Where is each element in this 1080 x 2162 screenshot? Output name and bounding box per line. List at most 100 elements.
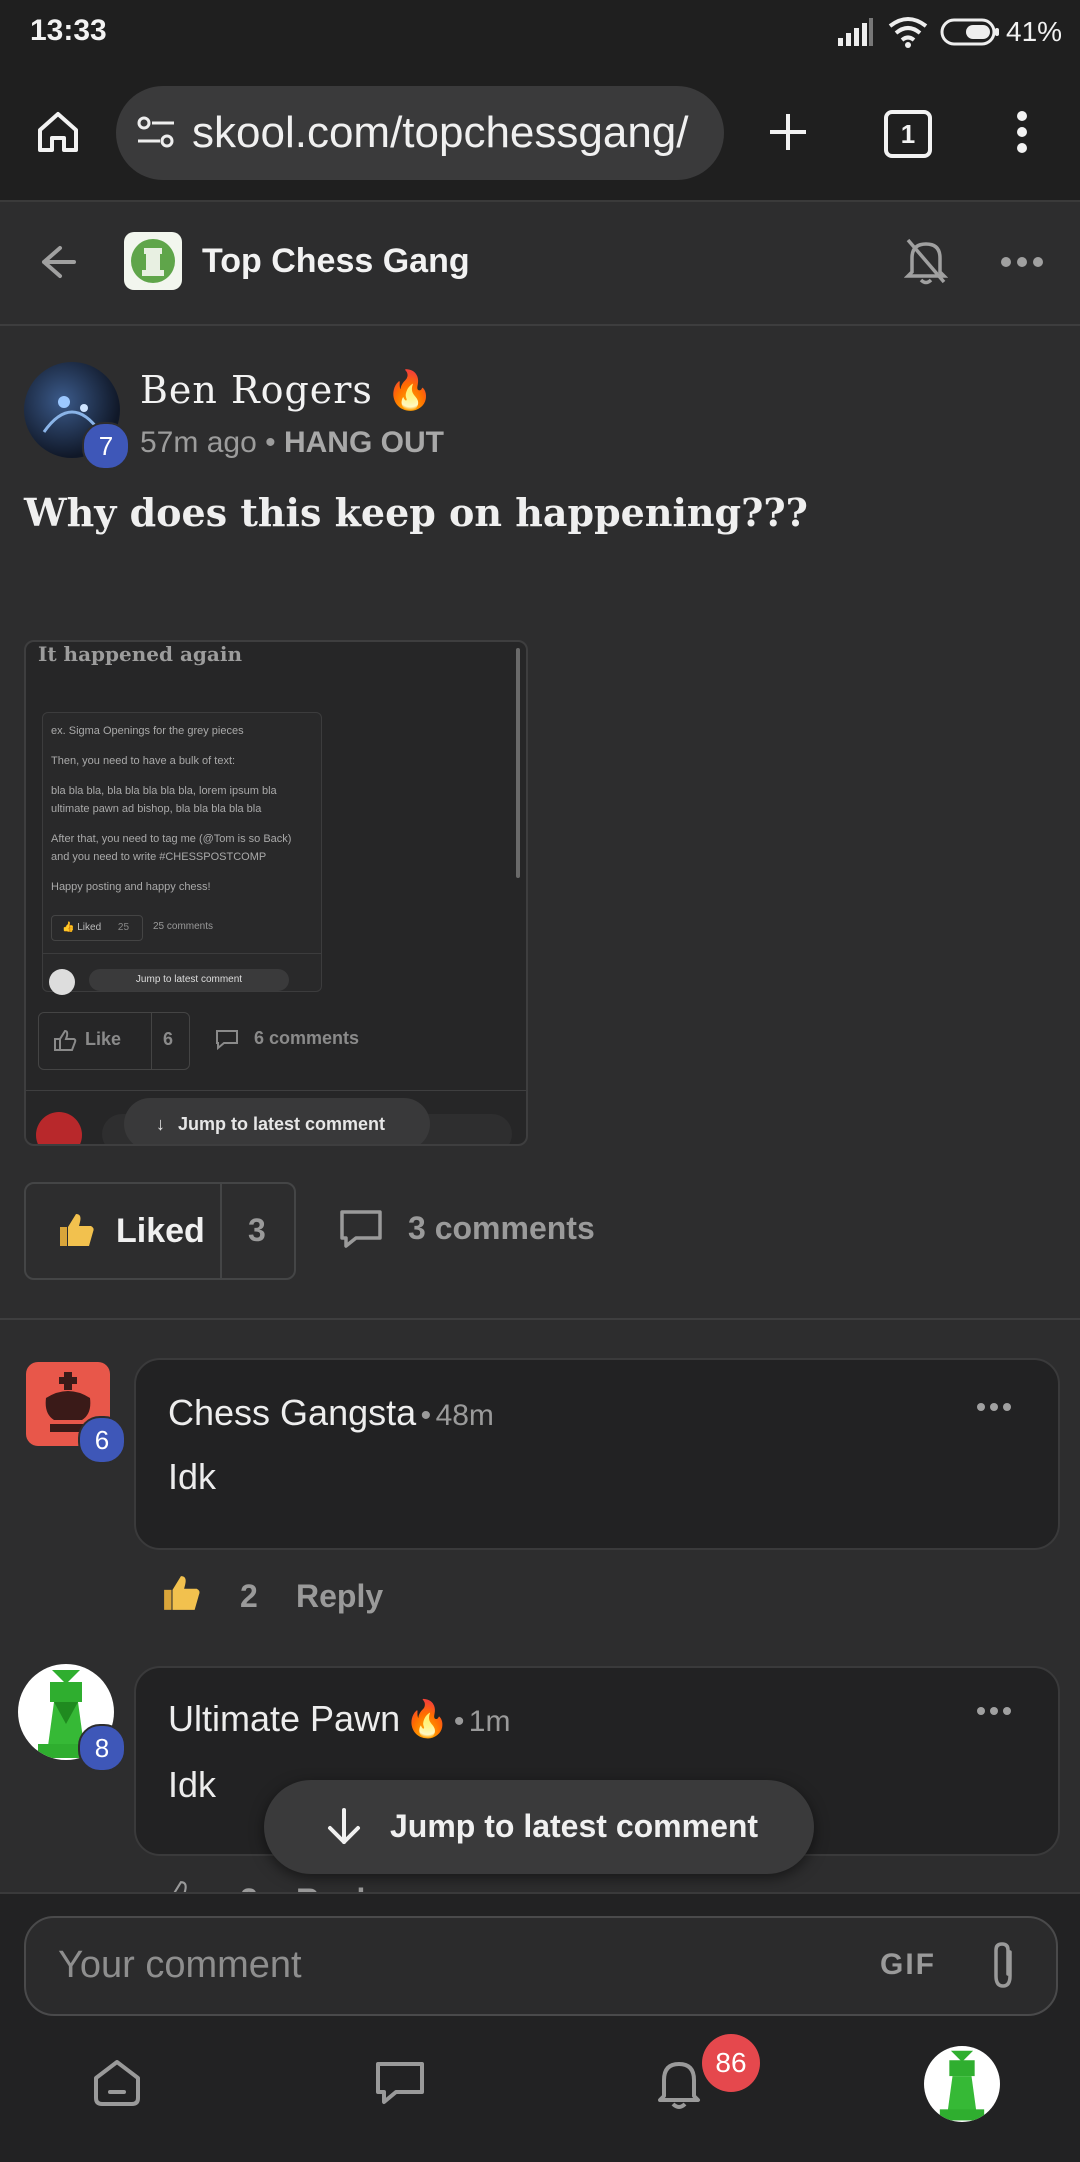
embed-line: ultimate pawn ad bishop, bla bla bla bla… <box>51 803 262 815</box>
notifications-nav-icon[interactable] <box>654 2056 704 2112</box>
post-time: 57m ago <box>140 426 257 459</box>
embed-thumb-icon <box>53 1029 77 1051</box>
post-image-embed[interactable]: It happened again ex. Sigma Openings for… <box>24 640 528 1146</box>
embed-arrow-down-icon: ↓ <box>156 1114 165 1134</box>
arrow-down-icon <box>324 1806 364 1848</box>
embed-jump-button: ↓ Jump to latest comment <box>124 1098 430 1144</box>
url-field[interactable]: skool.com/topchessgang/ <box>116 86 724 180</box>
comment-time: 48m <box>435 1399 494 1432</box>
comment-body: Idk <box>168 1456 217 1497</box>
gif-button[interactable]: GIF <box>880 1948 936 1982</box>
embed-line: Happy posting and happy chess! <box>51 881 211 893</box>
comment-input[interactable]: Your comment GIF <box>24 1916 1058 2016</box>
post-author-name-text: Ben Rogers <box>140 368 373 412</box>
fire-emoji-icon: 🔥 <box>404 1698 450 1739</box>
comment-more-icon[interactable] <box>976 1402 1012 1412</box>
comment-time: 1m <box>468 1705 511 1738</box>
embed-mini-like-count: 25 <box>117 922 130 933</box>
tab-switcher-button[interactable]: 1 <box>884 110 932 158</box>
thumbs-up-icon[interactable] <box>162 1574 202 1612</box>
post-author-level-badge: 7 <box>82 422 130 470</box>
attachment-icon[interactable] <box>986 1940 1020 1992</box>
embed-line: bla bla bla, bla bla bla bla bla, lorem … <box>51 785 277 797</box>
site-settings-icon[interactable] <box>136 114 176 150</box>
embed-comments-label: 6 comments <box>254 1028 360 1048</box>
post-liked-label: Liked <box>116 1212 205 1250</box>
group-logo[interactable] <box>124 232 182 290</box>
battery-percent: 41% <box>1006 16 1063 47</box>
meta-separator: • <box>420 1399 432 1432</box>
embed-line: Then, you need to have a bulk of text: <box>51 755 236 767</box>
more-options-icon[interactable] <box>1000 256 1044 268</box>
embed-divider <box>26 1090 526 1091</box>
comment-header: Chess Gangsta • 48m <box>168 1392 494 1434</box>
embed-mini-divider <box>43 953 321 954</box>
post-comments-count[interactable]: 3 comments <box>408 1210 595 1247</box>
embed-mini-avatar <box>49 969 75 995</box>
fire-emoji-icon: 🔥 <box>386 368 435 412</box>
comment-header: Ultimate Pawn 🔥 • 1m <box>168 1698 510 1740</box>
jump-label: Jump to latest comment <box>390 1808 759 1844</box>
post-like-count: 3 <box>248 1212 266 1248</box>
comment-like-count: 2 <box>240 1578 258 1614</box>
group-title[interactable]: Top Chess Gang <box>202 242 470 281</box>
back-arrow-icon[interactable] <box>38 242 78 282</box>
post-title: Why does this keep on happening??? <box>24 490 808 535</box>
home-nav-icon[interactable] <box>90 2058 144 2108</box>
section-divider <box>0 1318 1080 1320</box>
url-text: skool.com/topchessgang/ <box>192 108 689 157</box>
embed-mini-thumb-icon: 👍 <box>62 922 75 933</box>
post-author-name[interactable]: Ben Rogers 🔥 <box>140 368 434 413</box>
post-meta: 57m ago • HANG OUT <box>140 426 444 460</box>
comment-more-icon[interactable] <box>976 1706 1012 1716</box>
battery-icon <box>940 18 1000 46</box>
home-icon[interactable] <box>34 108 82 156</box>
post-like-button[interactable]: Liked 3 <box>24 1182 296 1280</box>
embed-scrollbar <box>516 648 520 878</box>
meta-separator: • <box>453 1705 465 1738</box>
profile-avatar[interactable] <box>924 2046 1000 2122</box>
chat-nav-icon[interactable] <box>372 2058 428 2108</box>
bell-off-icon[interactable] <box>904 236 948 286</box>
comment-card: Chess Gangsta • 48m Idk <box>134 1358 1060 1550</box>
comment-level-badge: 8 <box>78 1724 126 1772</box>
embed-like-count: 6 <box>163 1029 174 1049</box>
new-tab-icon[interactable] <box>766 110 810 154</box>
embed-line: ex. Sigma Openings for the grey pieces <box>51 725 244 737</box>
comment-composer: Your comment GIF <box>0 1892 1080 2162</box>
reply-button[interactable]: Reply <box>296 1578 383 1615</box>
comment-author[interactable]: Chess Gangsta <box>168 1392 416 1433</box>
comment-bubble-icon[interactable] <box>338 1208 384 1250</box>
embed-like-box: Like 6 <box>38 1012 190 1070</box>
comment-author[interactable]: Ultimate Pawn <box>168 1698 400 1739</box>
embed-comment-icon <box>214 1028 240 1050</box>
comment-body: Idk <box>168 1764 217 1805</box>
embed-jump-label: Jump to latest comment <box>178 1114 386 1134</box>
embed-line: After that, you need to tag me (@Tom is … <box>51 833 292 845</box>
embed-mini-liked-label: Liked <box>77 922 102 933</box>
comment-level-badge: 6 <box>78 1416 126 1464</box>
comment-placeholder: Your comment <box>58 1944 302 1986</box>
meta-separator: • <box>265 426 276 459</box>
embed-mini-like: 👍 Liked 25 <box>51 915 143 941</box>
embed-mini-comments: 25 comments <box>153 921 214 932</box>
wifi-icon <box>888 16 928 48</box>
jump-to-latest-button[interactable]: Jump to latest comment <box>264 1780 814 1874</box>
clock: 13:33 <box>30 14 107 47</box>
comment-like-count: 2 <box>240 1882 258 1892</box>
embed-line: and you need to write #CHESSPOSTCOMP <box>51 851 267 863</box>
notifications-count-badge: 86 <box>702 2034 760 2092</box>
like-divider <box>220 1184 222 1278</box>
group-header: Top Chess Gang <box>0 202 1080 326</box>
thumbs-up-icon <box>58 1212 96 1248</box>
embed-like-divider <box>151 1013 152 1069</box>
post-category[interactable]: HANG OUT <box>284 426 444 459</box>
embed-title: It happened again <box>38 642 243 666</box>
signal-icon <box>838 18 874 46</box>
browser-toolbar: skool.com/topchessgang/ 1 <box>0 64 1080 202</box>
reply-button[interactable]: Reply <box>296 1882 383 1892</box>
embed-mini-jump: Jump to latest comment <box>89 969 289 991</box>
status-bar: 13:33 41% <box>0 0 1080 64</box>
browser-menu-icon[interactable] <box>1012 108 1032 156</box>
thumbs-up-icon[interactable] <box>162 1880 202 1892</box>
